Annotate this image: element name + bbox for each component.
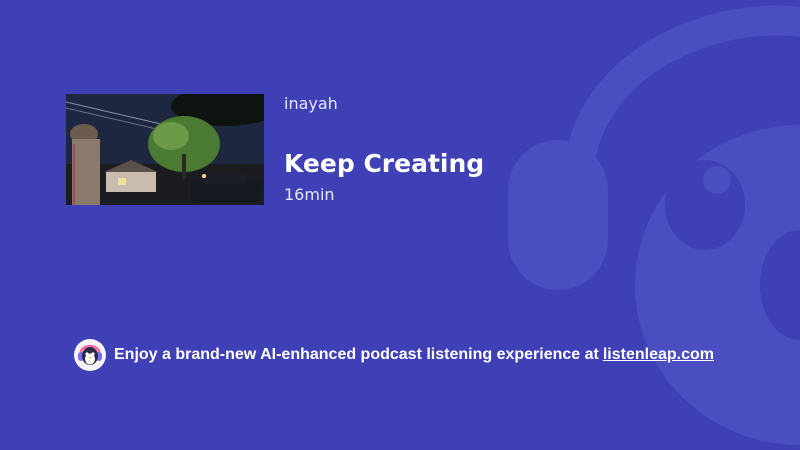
episode-card[interactable]: inayah Keep Creating 16min bbox=[66, 94, 766, 206]
penguin-headphones-icon bbox=[74, 339, 106, 371]
promo-text: Enjoy a brand-new AI-enhanced podcast li… bbox=[114, 346, 599, 363]
cover-image[interactable] bbox=[66, 94, 264, 205]
promo-banner: Enjoy a brand-new AI-enhanced podcast li… bbox=[74, 339, 714, 371]
promo-link[interactable]: listenleap.com bbox=[603, 346, 714, 364]
cover-photo-icon bbox=[66, 94, 264, 205]
episode-author[interactable]: inayah bbox=[284, 94, 338, 114]
episode-title[interactable]: Keep Creating bbox=[284, 148, 484, 180]
mascot-watermark-icon bbox=[508, 5, 800, 445]
episode-duration: 16min bbox=[284, 185, 335, 204]
